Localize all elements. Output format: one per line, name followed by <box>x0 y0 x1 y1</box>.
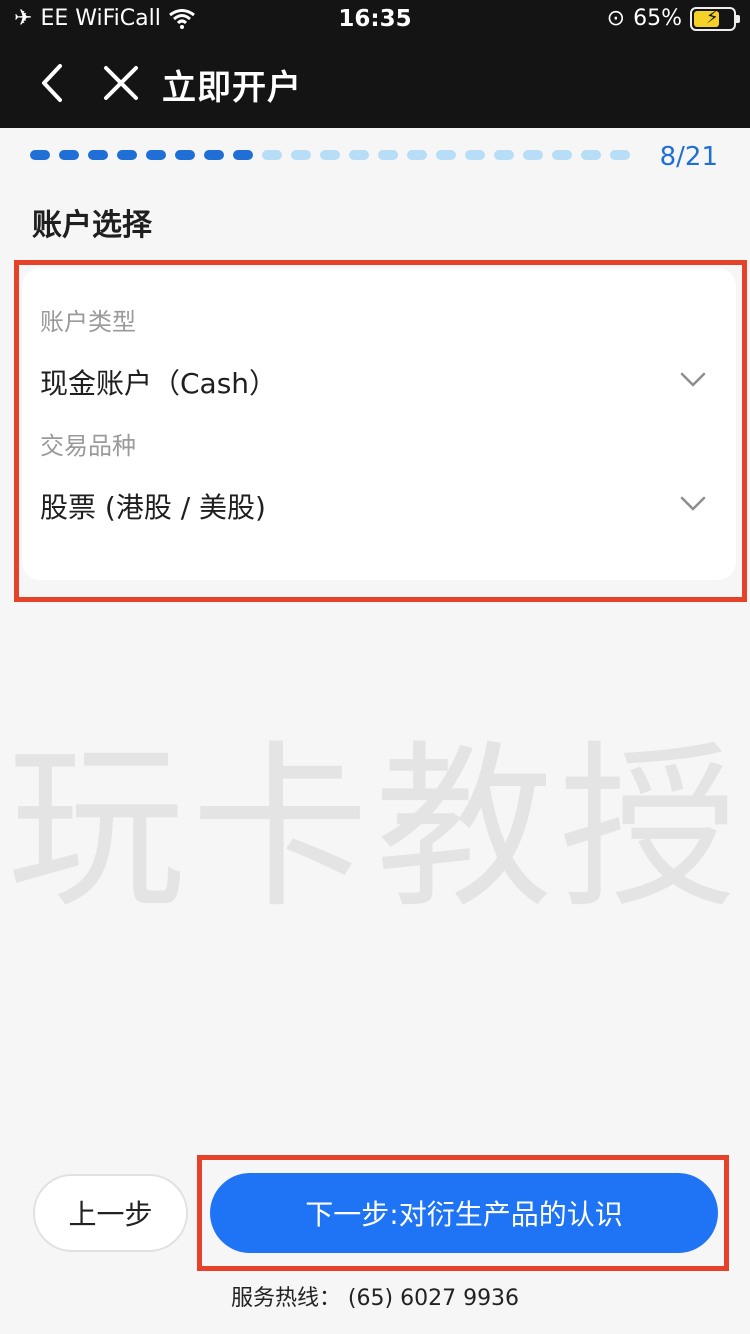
progress-dot <box>378 150 398 160</box>
progress-dot <box>436 150 456 160</box>
top-bar: ✈ EE WiFiCall 16:35 ⊙ 65% ⚡ 立即开户 <box>0 0 750 128</box>
progress-dot <box>320 150 340 160</box>
status-bar: ✈ EE WiFiCall 16:35 ⊙ 65% ⚡ <box>0 0 750 42</box>
account-type-select[interactable]: 现金账户（Cash） <box>40 362 277 402</box>
orientation-lock-icon: ⊙ <box>606 6 626 31</box>
step-progress-bar <box>30 150 630 160</box>
product-type-select[interactable]: 股票 (港股 / 美股) <box>40 486 266 526</box>
progress-dot <box>494 150 514 160</box>
progress-dot <box>117 150 137 160</box>
progress-dot <box>204 150 224 160</box>
service-hotline: 服务热线： (65) 6027 9936 <box>230 1286 520 1311</box>
nav-bar: 立即开户 <box>0 50 750 120</box>
chevron-left-icon[interactable] <box>34 58 74 108</box>
progress-dot <box>30 150 50 160</box>
battery-percent: 65% <box>633 6 682 31</box>
chevron-down-icon[interactable] <box>680 372 706 388</box>
product-type-label: 交易品种 <box>40 432 136 460</box>
progress-dot <box>407 150 427 160</box>
progress-dot <box>146 150 166 160</box>
close-icon[interactable] <box>96 58 146 108</box>
page-title: 立即开户 <box>162 68 302 108</box>
status-right: ⊙ 65% ⚡ <box>606 6 740 31</box>
account-type-label: 账户类型 <box>40 308 136 336</box>
watermark: 玩卡教授 <box>7 725 743 932</box>
progress-dot <box>349 150 369 160</box>
progress-dot <box>610 150 630 160</box>
chevron-down-icon[interactable] <box>680 496 706 512</box>
progress-dot <box>233 150 253 160</box>
progress-dot <box>175 150 195 160</box>
progress-dot <box>523 150 543 160</box>
section-title: 账户选择 <box>32 208 152 243</box>
previous-step-button[interactable]: 上一步 <box>33 1174 188 1252</box>
progress-dot <box>262 150 282 160</box>
progress-dot <box>465 150 485 160</box>
step-counter: 8/21 <box>659 142 718 172</box>
progress-dot <box>552 150 572 160</box>
next-step-button[interactable]: 下一步:对衍生产品的认识 <box>210 1173 718 1253</box>
progress-dot <box>291 150 311 160</box>
progress-dot <box>581 150 601 160</box>
battery-icon: ⚡ <box>690 6 740 31</box>
progress-dot <box>88 150 108 160</box>
progress-dot <box>59 150 79 160</box>
account-selection-card: 账户类型 现金账户（Cash） 交易品种 股票 (港股 / 美股) <box>22 268 736 580</box>
